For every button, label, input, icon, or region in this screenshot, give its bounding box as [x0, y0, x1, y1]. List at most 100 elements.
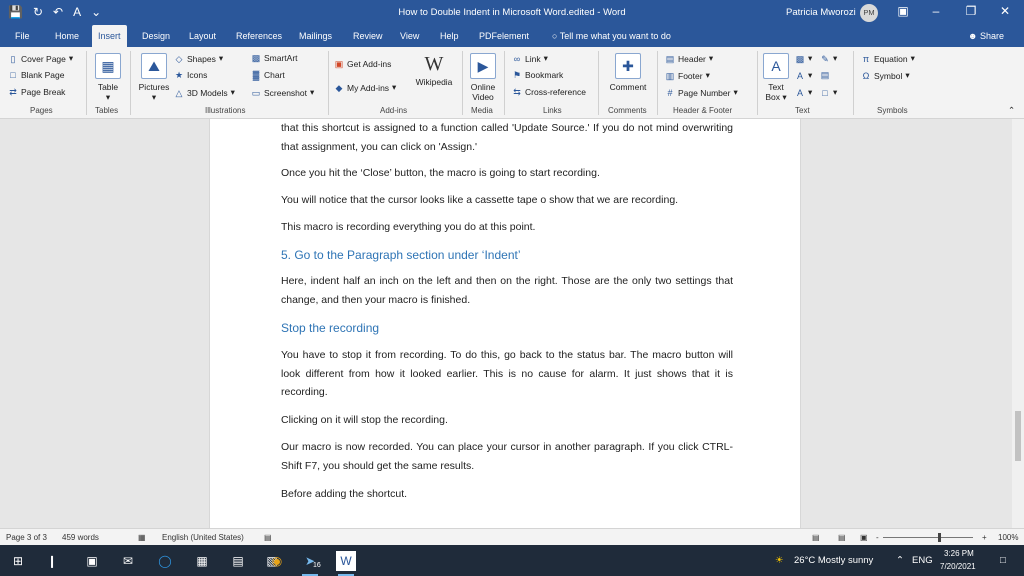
smartart-icon: ▩: [251, 53, 261, 63]
zoom-slider-handle[interactable]: [938, 533, 941, 542]
language-indicator[interactable]: English (United States): [162, 533, 244, 542]
weather-widget[interactable]: 26°C Mostly sunny: [794, 555, 873, 566]
blank-page-button[interactable]: □ Blank Page: [8, 70, 64, 80]
pictures-button[interactable]: ⛰ Pictures ▾: [136, 53, 172, 102]
wikipedia-button[interactable]: W Wikipedia: [412, 51, 456, 87]
tab-review[interactable]: Review: [347, 25, 389, 47]
input-language[interactable]: ENG: [912, 555, 933, 566]
tab-view[interactable]: View: [394, 25, 425, 47]
page-count[interactable]: Page 3 of 3: [6, 533, 47, 542]
minimize-icon[interactable]: –: [926, 4, 946, 18]
cube-icon: △: [175, 87, 183, 98]
equation-button[interactable]: π Equation ▾: [861, 53, 915, 64]
tab-design[interactable]: Design: [136, 25, 176, 47]
icons-button[interactable]: ★ Icons: [174, 70, 207, 80]
tab-references[interactable]: References: [230, 25, 288, 47]
paragraph[interactable]: Here, indent half an inch on the left an…: [281, 272, 733, 309]
tab-insert[interactable]: Insert: [92, 25, 127, 47]
tab-mailings[interactable]: Mailings: [293, 25, 338, 47]
calendar-app-icon[interactable]: ▦: [192, 551, 212, 571]
object-button[interactable]: □ ▾: [820, 87, 837, 98]
symbol-button[interactable]: Ω Symbol ▾: [861, 70, 910, 81]
share-button[interactable]: ☻ Share: [968, 31, 1004, 41]
calculator-icon[interactable]: ▤: [228, 551, 248, 571]
header-button[interactable]: ▤ Header ▾: [665, 53, 713, 64]
scrollbar-thumb[interactable]: [1015, 411, 1021, 461]
shapes-button[interactable]: ◇ Shapes ▾: [174, 53, 224, 64]
quick-parts-button[interactable]: ▩ ▾: [795, 53, 813, 64]
group-divider: [757, 51, 758, 115]
paragraph[interactable]: Before adding the shortcut.: [281, 485, 733, 504]
vertical-scrollbar[interactable]: [1012, 119, 1024, 528]
tab-file[interactable]: File: [9, 25, 36, 47]
link-button[interactable]: ∞ Link ▾: [512, 53, 548, 64]
text-box-button[interactable]: A Text Box ▾: [762, 53, 790, 102]
smartart-label: SmartArt: [264, 53, 298, 63]
person-icon: ☻: [968, 31, 978, 41]
tab-help[interactable]: Help: [434, 25, 465, 47]
date-time-button[interactable]: ▤: [820, 70, 830, 80]
signature-line-button[interactable]: ✎ ▾: [820, 53, 837, 64]
paragraph[interactable]: Once you hit the ‘Close’ button, the mac…: [281, 164, 733, 183]
collapse-ribbon-icon[interactable]: ⌃: [1008, 105, 1015, 116]
windows-start-icon[interactable]: ⊞: [8, 551, 28, 571]
heading[interactable]: Stop the recording: [281, 319, 733, 338]
show-hidden-icons[interactable]: ⌃: [896, 555, 904, 566]
table-button[interactable]: ▦ Table ▾: [92, 53, 124, 102]
store-app-icon[interactable]: ▣: [82, 551, 102, 571]
online-video-button[interactable]: ▶ Online Video: [466, 53, 500, 102]
get-addins-button[interactable]: ▣ Get Add-ins: [334, 59, 392, 69]
bookmark-button[interactable]: ⚑ Bookmark: [512, 70, 563, 80]
notification-center-icon[interactable]: □: [1000, 555, 1006, 566]
print-layout-icon[interactable]: ▤: [838, 533, 846, 542]
edge-icon[interactable]: ◯: [155, 551, 175, 571]
table-label: Table: [97, 82, 119, 92]
paragraph[interactable]: This macro is recording everything you d…: [281, 218, 733, 237]
avatar[interactable]: PM: [860, 4, 878, 22]
tell-me-search[interactable]: ○ Tell me what you want to do: [552, 31, 671, 41]
paragraph[interactable]: that this shortcut is assigned to a func…: [281, 119, 733, 156]
page-number-button[interactable]: # Page Number ▾: [665, 87, 737, 98]
wordart-button[interactable]: A ▾: [795, 70, 812, 81]
user-name[interactable]: Patricia Mworozi: [786, 7, 856, 18]
zoom-slider[interactable]: [883, 537, 973, 538]
zoom-out-button[interactable]: -: [876, 533, 879, 542]
task-view-icon[interactable]: ❙: [42, 551, 62, 571]
cover-page-button[interactable]: ▯ Cover Page ▾: [8, 53, 74, 64]
tab-layout[interactable]: Layout: [183, 25, 222, 47]
my-addins-button[interactable]: ◆ My Add-ins ▾: [334, 82, 397, 93]
zoom-in-button[interactable]: +: [982, 533, 987, 542]
word-count[interactable]: 459 words: [62, 533, 99, 542]
restore-icon[interactable]: ❐: [961, 4, 981, 18]
chart-button[interactable]: ▓ Chart: [251, 70, 285, 80]
tab-pdfelement[interactable]: PDFelement: [473, 25, 535, 47]
ribbon-display-options-icon[interactable]: ▣: [893, 4, 913, 18]
paragraph[interactable]: You will notice that the cursor looks li…: [281, 191, 733, 210]
tab-home[interactable]: Home: [49, 25, 85, 47]
clock-date[interactable]: 7/20/2021: [940, 562, 976, 571]
smartart-button[interactable]: ▩ SmartArt: [251, 53, 298, 63]
3d-models-button[interactable]: △ 3D Models ▾: [174, 87, 235, 98]
proofing-icon[interactable]: ▦: [138, 533, 146, 542]
cross-reference-button[interactable]: ⇆ Cross-reference: [512, 87, 586, 97]
focus-icon[interactable]: ▤: [812, 533, 820, 542]
footer-button[interactable]: ▥ Footer ▾: [665, 70, 710, 81]
zoom-level[interactable]: 100%: [998, 533, 1018, 542]
word-app-icon[interactable]: W: [336, 551, 356, 576]
comment-button[interactable]: ✚ Comment: [604, 53, 652, 92]
accessibility-icon[interactable]: ▤: [264, 533, 272, 542]
web-layout-icon[interactable]: ▣: [860, 533, 868, 542]
bookmark-label: Bookmark: [525, 70, 564, 80]
screenshot-button[interactable]: ▭ Screenshot ▾: [251, 87, 315, 98]
page-break-button[interactable]: ⇄ Page Break: [8, 87, 65, 97]
paragraph[interactable]: Our macro is now recorded. You can place…: [281, 438, 733, 475]
drop-cap-button[interactable]: A ▾: [795, 87, 812, 98]
document-page[interactable]: that this shortcut is assigned to a func…: [209, 119, 801, 528]
close-icon[interactable]: ✕: [995, 4, 1015, 18]
heading[interactable]: 5. Go to the Paragraph section under ‘In…: [281, 246, 733, 265]
mail-app-icon[interactable]: ✉: [118, 551, 138, 571]
clock-time[interactable]: 3:26 PM: [944, 549, 974, 558]
chrome-icon[interactable]: ◉: [267, 551, 287, 571]
paragraph[interactable]: You have to stop it from recording. To d…: [281, 346, 733, 402]
paragraph[interactable]: Clicking on it will stop the recording.: [281, 411, 733, 430]
